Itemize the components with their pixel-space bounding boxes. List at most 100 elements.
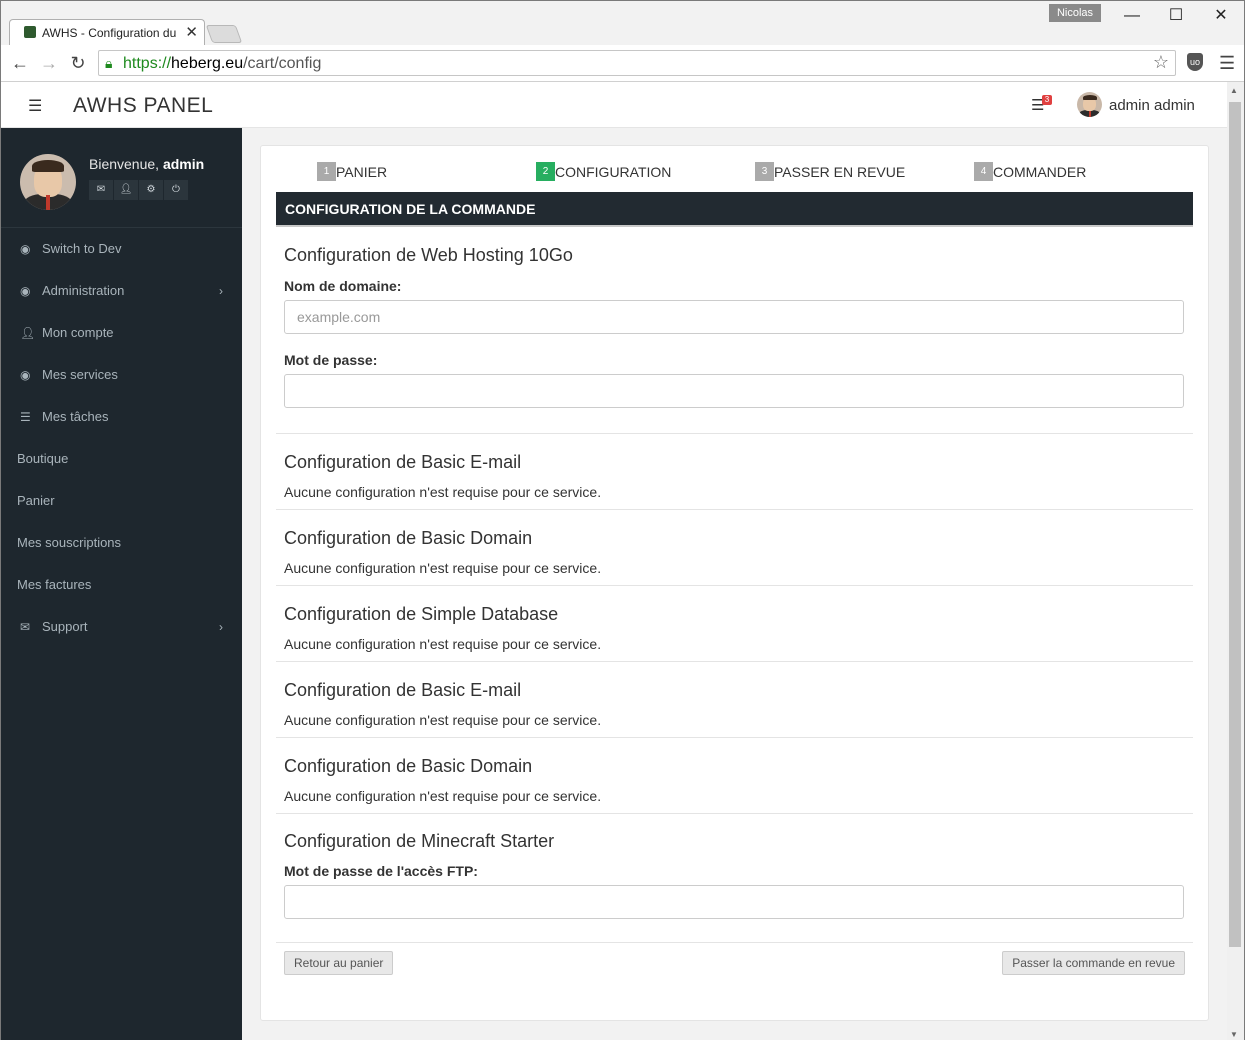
avatar <box>20 154 76 210</box>
ublock-icon[interactable]: uo <box>1187 53 1203 71</box>
section-note: Aucune configuration n'est requise pour … <box>284 560 602 576</box>
minimize-icon[interactable]: — <box>1109 1 1155 31</box>
scroll-down-icon[interactable]: ▼ <box>1230 1030 1238 1039</box>
domain-label: Nom de domaine: <box>284 278 402 294</box>
card-header: CONFIGURATION DE LA COMMANDE <box>276 192 1193 227</box>
sidebar-toggle-icon[interactable]: ☰ <box>28 96 42 116</box>
main-content: 1 PANIER 2 CONFIGURATION 3 PASSER EN REVUE … <box>242 128 1227 1040</box>
chevron-right-icon: › <box>219 620 223 634</box>
step-panier: 1 PANIER <box>317 162 387 182</box>
new-tab-button[interactable] <box>205 25 243 43</box>
section-title: Configuration de Basic Domain <box>284 528 533 548</box>
dashboard-icon: ◉ <box>20 284 31 298</box>
sidebar-item-mes-services[interactable]: ◉ Mes services <box>1 354 242 396</box>
chevron-right-icon: › <box>219 284 223 298</box>
password-label: Mot de passe: <box>284 352 378 368</box>
brand-title[interactable]: AWHS PANEL <box>73 94 213 118</box>
user-icon[interactable]: 👤︎ <box>114 180 139 200</box>
lock-icon: 🔒︎ <box>105 55 113 71</box>
review-order-button[interactable]: Passer la commande en revue <box>1002 951 1185 975</box>
section-note: Aucune configuration n'est requise pour … <box>284 712 602 728</box>
section-title: Configuration de Simple Database <box>284 604 559 624</box>
user-name[interactable]: admin admin <box>1109 97 1195 114</box>
order-card: 1 PANIER 2 CONFIGURATION 3 PASSER EN REVUE … <box>260 145 1209 1021</box>
password-input[interactable] <box>284 374 1184 408</box>
favicon-icon <box>24 26 36 38</box>
sidebar-item-label: Boutique <box>17 451 69 466</box>
reload-icon[interactable]: ↻ <box>67 51 89 75</box>
sidebar-item-label: Mes tâches <box>42 409 109 424</box>
app-header: ☰ AWHS PANEL ☰ 3 admin admin <box>1 82 1227 128</box>
maximize-icon[interactable]: ☐ <box>1153 1 1199 31</box>
sidebar-item-boutique[interactable]: Boutique <box>1 438 242 480</box>
browser-menu-icon[interactable]: ☰ <box>1219 53 1235 74</box>
sidebar-item-label: Support <box>42 619 88 634</box>
scrollbar-thumb[interactable] <box>1229 102 1241 947</box>
tab-close-icon[interactable]: ✕ <box>185 23 198 41</box>
dashboard-icon: ◉ <box>20 368 31 382</box>
sidebar-item-label: Mon compte <box>42 325 114 340</box>
back-to-cart-button[interactable]: Retour au panier <box>284 951 394 975</box>
config-section: Configuration de Basic Domain Aucune con… <box>276 738 1193 814</box>
avatar[interactable] <box>1077 92 1102 117</box>
sidebar-item-support[interactable]: ✉ Support › <box>1 606 242 648</box>
step-passer-en-revue: 3 PASSER EN REVUE <box>755 162 905 182</box>
sidebar-item-switch-to-dev[interactable]: ◉ Switch to Dev <box>1 228 242 270</box>
sidebar-item-mon-compte[interactable]: 👤︎ Mon compte <box>1 312 242 354</box>
tab-title: AWHS - Configuration du <box>42 26 177 40</box>
scrollbar[interactable]: ▲ ▼ <box>1227 82 1244 1040</box>
step-configuration: 2 CONFIGURATION <box>536 162 671 182</box>
gear-icon[interactable]: ⚙ <box>139 180 164 200</box>
config-section: Configuration de Basic E-mail Aucune con… <box>276 662 1193 738</box>
sidebar-item-mes-t-ches[interactable]: ☰ Mes tâches <box>1 396 242 438</box>
sidebar-item-label: Mes factures <box>17 577 92 592</box>
ftp-password-input[interactable] <box>284 885 1184 919</box>
section-title: Configuration de Web Hosting 10Go <box>284 245 573 265</box>
user-icon: 👤︎ <box>20 326 36 340</box>
config-section: Configuration de Basic E-mail Aucune con… <box>276 434 1193 510</box>
sidebar-item-mes-factures[interactable]: Mes factures <box>1 564 242 606</box>
title-bar: AWHS - Configuration du ✕ Nicolas — ☐ ✕ <box>1 1 1244 45</box>
ftp-password-label: Mot de passe de l'accès FTP: <box>284 863 478 879</box>
domain-input[interactable]: example.com <box>284 300 1184 334</box>
url-text: https://heberg.eu/cart/config <box>123 55 322 72</box>
section-title: Configuration de Basic E-mail <box>284 452 522 472</box>
section-note: Aucune configuration n'est requise pour … <box>284 484 602 500</box>
browser-tab[interactable]: AWHS - Configuration du ✕ <box>9 19 205 45</box>
url-field[interactable]: 🔒︎ https://heberg.eu/cart/config ☆ <box>98 50 1176 76</box>
section-note: Aucune configuration n'est requise pour … <box>284 636 602 652</box>
close-window-icon[interactable]: ✕ <box>1198 1 1244 31</box>
sidebar-item-mes-souscriptions[interactable]: Mes souscriptions <box>1 522 242 564</box>
sidebar-item-label: Mes souscriptions <box>17 535 122 550</box>
sidebar-item-label: Administration <box>42 283 125 298</box>
bookmark-star-icon[interactable]: ☆ <box>1153 52 1169 73</box>
sidebar-item-administration[interactable]: ◉ Administration › <box>1 270 242 312</box>
profile-actions: ✉ 👤︎ ⚙ ⏻ <box>89 180 189 200</box>
step-commander: 4 COMMANDER <box>974 162 1086 182</box>
section-title: Configuration de Basic Domain <box>284 756 533 776</box>
config-section: Configuration de Simple Database Aucune … <box>276 586 1193 662</box>
sidebar-item-label: Panier <box>17 493 55 508</box>
section-title: Configuration de Minecraft Starter <box>284 831 555 851</box>
dashboard-icon: ◉ <box>20 242 31 256</box>
section-title: Configuration de Basic E-mail <box>284 680 522 700</box>
config-section: Configuration de Basic Domain Aucune con… <box>276 510 1193 586</box>
welcome-text: Bienvenue, admin <box>89 156 205 172</box>
tasks-badge: 3 <box>1042 95 1052 105</box>
sidebar-item-label: Mes services <box>42 367 118 382</box>
address-bar: ← → ↻ 🔒︎ https://heberg.eu/cart/config ☆ <box>1 45 1244 82</box>
forward-icon[interactable]: → <box>38 51 60 75</box>
scroll-up-icon[interactable]: ▲ <box>1230 86 1238 95</box>
sidebar-profile: Bienvenue, admin ✉ 👤︎ ⚙ ⏻ <box>1 128 242 228</box>
envelope-icon[interactable]: ✉ <box>89 180 114 200</box>
sidebar: Bienvenue, admin ✉ 👤︎ ⚙ ⏻ ◉ Switch to Dev… <box>1 128 242 1040</box>
web-hosting-section: Configuration de Web Hosting 10Go Nom de… <box>276 229 1193 434</box>
power-icon[interactable]: ⏻ <box>164 180 189 200</box>
browser-window: AWHS - Configuration du ✕ Nicolas — ☐ ✕ … <box>0 0 1245 1040</box>
profile-badge[interactable]: Nicolas <box>1049 4 1101 22</box>
back-icon[interactable]: ← <box>9 51 31 75</box>
sidebar-item-label: Switch to Dev <box>42 241 122 256</box>
section-note: Aucune configuration n'est requise pour … <box>284 788 602 804</box>
sidebar-item-panier[interactable]: Panier <box>1 480 242 522</box>
envelope-icon: ✉ <box>20 620 31 634</box>
